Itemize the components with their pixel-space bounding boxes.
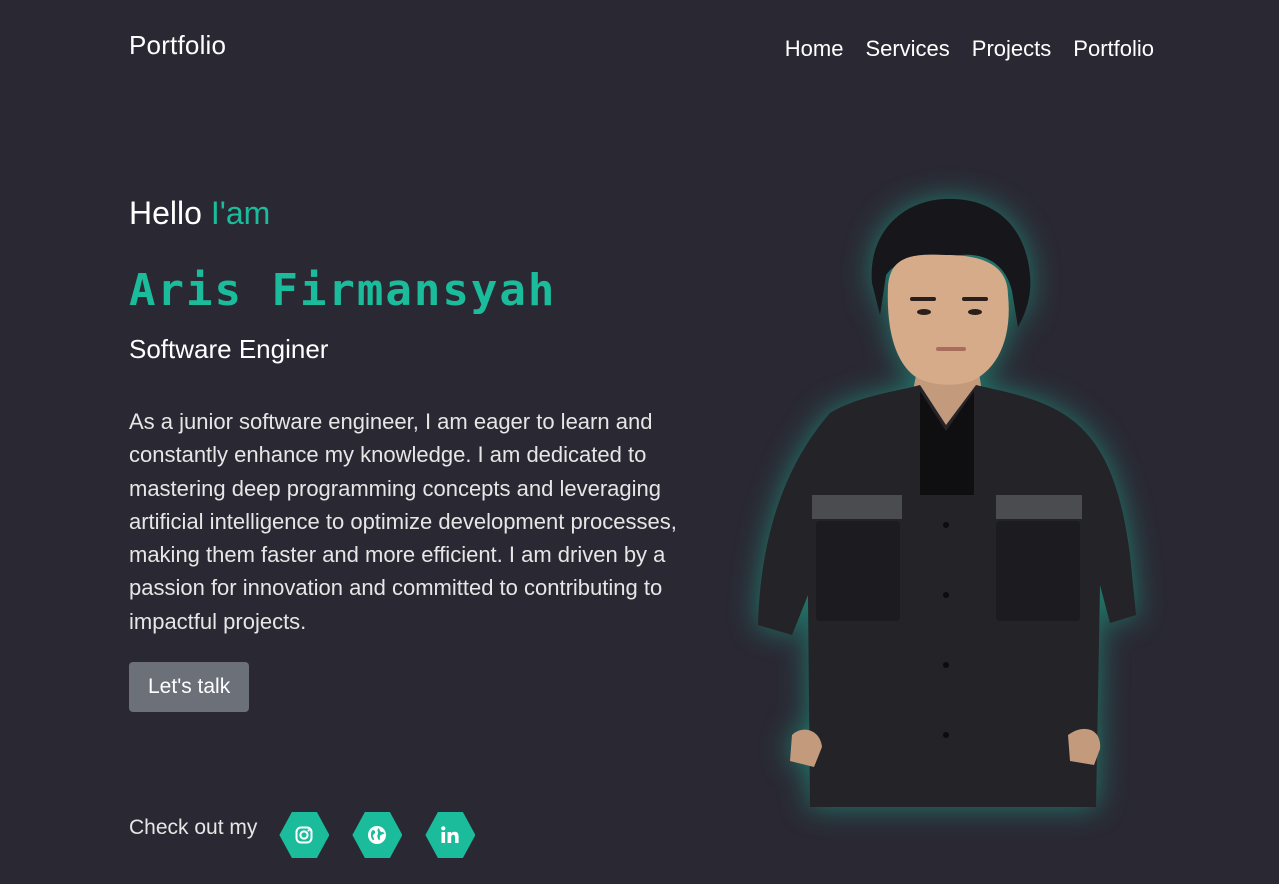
nav-home[interactable]: Home xyxy=(785,36,844,62)
nav-services[interactable]: Services xyxy=(865,36,949,62)
greeting-text: Hello xyxy=(129,195,202,231)
bio-paragraph: As a junior software engineer, I am eage… xyxy=(129,409,677,634)
linkedin-link[interactable] xyxy=(425,812,476,858)
nav-projects[interactable]: Projects xyxy=(972,36,1051,62)
greeting: Hello I'am xyxy=(129,195,689,232)
profile-photo-illustration xyxy=(758,198,1136,807)
social-label: Check out my xyxy=(129,816,258,839)
website-link[interactable] xyxy=(352,812,403,858)
hero-section: Hello I'am Aris Firmansyah Software Engi… xyxy=(129,195,689,713)
profile-photo xyxy=(750,195,1140,807)
globe-icon xyxy=(368,826,387,844)
profile-photo-glow xyxy=(750,195,1140,807)
person-name: Aris Firmansyah xyxy=(129,265,557,316)
job-title: Software Enginer xyxy=(129,334,329,364)
linkedin-icon xyxy=(441,826,459,843)
instagram-icon xyxy=(295,826,313,844)
brand-logo[interactable]: Portfolio xyxy=(129,30,226,61)
main-nav: Home Services Projects Portfolio xyxy=(785,36,1154,62)
nav-portfolio[interactable]: Portfolio xyxy=(1073,36,1154,62)
lets-talk-button[interactable]: Let's talk xyxy=(129,662,250,713)
instagram-link[interactable] xyxy=(279,812,330,858)
greeting-accent: I'am xyxy=(210,195,271,231)
social-links: Check out my xyxy=(129,812,498,858)
